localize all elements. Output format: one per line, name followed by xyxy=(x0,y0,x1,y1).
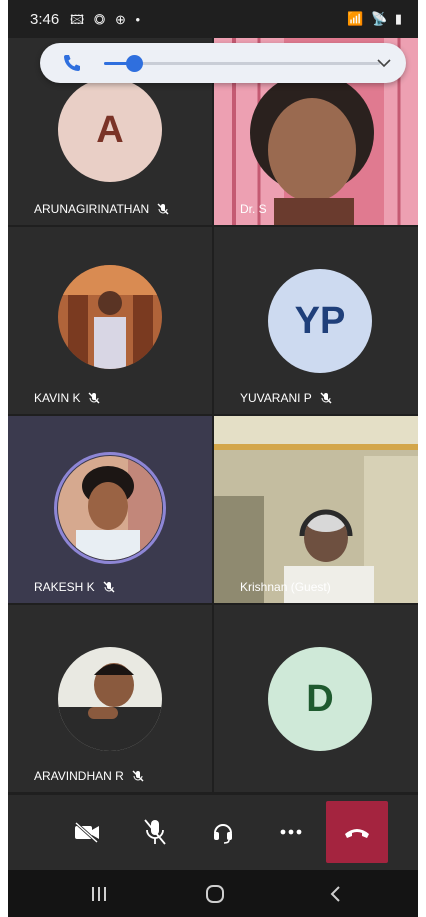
participant-grid: A ARUNAGIRINATHAN Dr. S KAVIN K YP YUVAR… xyxy=(8,38,418,795)
participant-tile[interactable]: D xyxy=(214,605,418,792)
mic-off-icon xyxy=(320,392,332,404)
mic-off-icon xyxy=(103,581,115,593)
participant-name-label: KAVIN K xyxy=(34,391,100,405)
camera-toggle-button[interactable] xyxy=(60,805,114,859)
avatar-initials: D xyxy=(306,677,334,720)
participant-name: ARAVINDHAN R xyxy=(34,769,124,783)
avatar xyxy=(58,456,162,560)
back-button[interactable] xyxy=(320,883,350,905)
participant-tile[interactable]: KAVIN K xyxy=(8,227,212,414)
mic-off-icon xyxy=(88,392,100,404)
participant-name-label: Krishnan (Guest) xyxy=(240,580,331,594)
participant-name: Krishnan (Guest) xyxy=(240,580,331,594)
participant-name: Dr. S xyxy=(240,202,267,216)
mic-off-icon xyxy=(157,203,169,215)
volume-thumb[interactable] xyxy=(126,55,144,72)
chevron-down-icon[interactable] xyxy=(376,56,392,70)
status-time: 3:46 xyxy=(30,11,60,28)
participant-tile[interactable]: Krishnan (Guest) xyxy=(214,416,418,603)
system-nav-bar xyxy=(8,870,418,917)
status-bar: 3:46 🖾 ◎ ⊕ • 📶 📡 ▮ xyxy=(8,0,418,38)
headset-icon xyxy=(214,824,232,844)
camera-off-icon xyxy=(74,821,99,843)
participant-name: YUVARANI P xyxy=(240,391,312,405)
call-volume-panel[interactable] xyxy=(40,43,406,83)
home-button[interactable] xyxy=(200,883,230,905)
avatar: D xyxy=(268,647,372,751)
notification-icons: 🖾 ◎ ⊕ • xyxy=(70,12,144,27)
hang-up-icon xyxy=(345,829,369,838)
participant-name-label: ARUNAGIRINATHAN xyxy=(34,202,169,216)
avatar xyxy=(58,265,162,369)
hang-up-button[interactable] xyxy=(326,801,388,863)
audio-device-button[interactable] xyxy=(196,805,250,859)
participant-name-label: ARAVINDHAN R xyxy=(34,769,144,783)
mic-off-icon xyxy=(132,770,144,782)
video-feed xyxy=(214,416,418,603)
more-icon xyxy=(280,829,302,835)
participant-tile[interactable]: ARAVINDHAN R xyxy=(8,605,212,792)
mic-off-icon xyxy=(144,819,166,845)
call-controls-bar xyxy=(8,795,418,870)
more-options-button[interactable] xyxy=(264,805,318,859)
participant-tile[interactable]: RAKESH K xyxy=(8,416,212,603)
avatar: YP xyxy=(268,269,372,373)
participant-name-label: YUVARANI P xyxy=(240,391,332,405)
back-icon xyxy=(330,886,340,902)
phone-icon xyxy=(64,55,80,71)
participant-name-label: RAKESH K xyxy=(34,580,115,594)
home-icon xyxy=(206,885,224,903)
mic-toggle-button[interactable] xyxy=(128,805,182,859)
participant-name: ARUNAGIRINATHAN xyxy=(34,202,150,216)
signal-battery-icons: 📶 📡 ▮ xyxy=(347,11,404,26)
avatar-initials: A xyxy=(96,108,124,151)
recents-button[interactable] xyxy=(84,883,114,905)
phone-screen: 3:46 🖾 ◎ ⊕ • 📶 📡 ▮ A ARUNAGIRINATHAN Dr.… xyxy=(8,0,418,917)
avatar xyxy=(58,647,162,751)
avatar: A xyxy=(58,78,162,182)
participant-name: RAKESH K xyxy=(34,580,95,594)
volume-slider[interactable] xyxy=(104,55,380,72)
participant-name-label: Dr. S xyxy=(240,202,267,216)
participant-tile[interactable]: YP YUVARANI P xyxy=(214,227,418,414)
participant-name: KAVIN K xyxy=(34,391,81,405)
recents-icon xyxy=(92,887,106,901)
avatar-initials: YP xyxy=(294,299,346,342)
